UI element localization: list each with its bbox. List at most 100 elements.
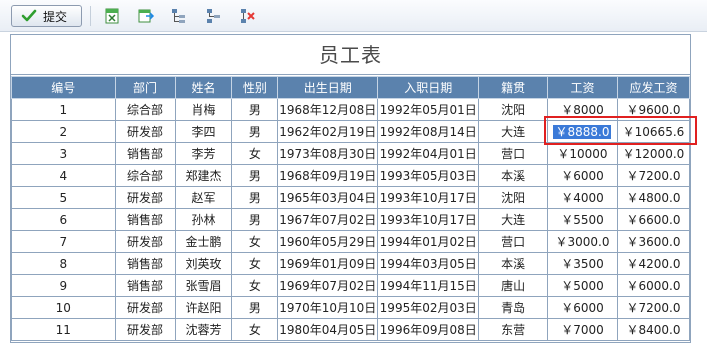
table-cell[interactable]: 青岛 bbox=[478, 296, 549, 319]
table-cell[interactable]: ￥4000 bbox=[547, 186, 618, 209]
table-cell[interactable]: 7 bbox=[11, 230, 116, 253]
selected-cell-text[interactable]: ￥8888.0 bbox=[553, 125, 612, 139]
table-cell[interactable]: 1995年02月03日 bbox=[377, 296, 480, 319]
table-cell[interactable]: ￥4200.0 bbox=[616, 252, 691, 275]
table-cell[interactable]: ￥3600.0 bbox=[616, 230, 691, 253]
table-cell[interactable]: 4 bbox=[11, 164, 116, 187]
table-cell[interactable]: 男 bbox=[231, 186, 279, 209]
table-cell[interactable]: ￥5000 bbox=[547, 274, 618, 297]
table-cell[interactable]: 肖梅 bbox=[174, 98, 233, 121]
table-cell[interactable]: 女 bbox=[231, 252, 279, 275]
table-cell[interactable]: 1968年09月19日 bbox=[277, 164, 379, 187]
table-cell[interactable]: ￥9600.0 bbox=[616, 98, 691, 121]
table-cell[interactable]: 男 bbox=[231, 296, 279, 319]
table-cell[interactable]: 赵军 bbox=[174, 186, 233, 209]
table-cell[interactable]: 研发部 bbox=[114, 186, 176, 209]
table-cell[interactable]: 男 bbox=[231, 208, 279, 231]
table-cell[interactable]: 郑建杰 bbox=[174, 164, 233, 187]
table-cell[interactable]: 1992年04月01日 bbox=[377, 142, 480, 165]
table-cell[interactable]: 1980年04月05日 bbox=[277, 318, 379, 341]
table-cell[interactable]: 本溪 bbox=[478, 164, 549, 187]
excel-export-icon[interactable] bbox=[103, 7, 121, 25]
table-cell[interactable]: 1968年12月08日 bbox=[277, 98, 379, 121]
table-cell[interactable]: 男 bbox=[231, 120, 279, 143]
table-cell[interactable]: 本溪 bbox=[478, 252, 549, 275]
table-cell[interactable]: 女 bbox=[231, 274, 279, 297]
table-cell[interactable]: 大连 bbox=[478, 208, 549, 231]
table-cell[interactable]: 大连 bbox=[478, 120, 549, 143]
table-cell[interactable]: 1970年10月10日 bbox=[277, 296, 379, 319]
table-cell[interactable]: 刘英玫 bbox=[174, 252, 233, 275]
table-cell[interactable]: 1965年03月04日 bbox=[277, 186, 379, 209]
table-cell[interactable]: 1993年10月17日 bbox=[377, 208, 480, 231]
table-cell[interactable]: 10 bbox=[11, 296, 116, 319]
table-cell[interactable]: ￥7200.0 bbox=[616, 296, 691, 319]
table-cell[interactable]: 沈阳 bbox=[478, 98, 549, 121]
table-cell[interactable]: 男 bbox=[231, 164, 279, 187]
table-cell[interactable]: 6 bbox=[11, 208, 116, 231]
table-cell[interactable]: 1994年01月02日 bbox=[377, 230, 480, 253]
tree-collapse-icon[interactable] bbox=[205, 7, 223, 25]
table-cell[interactable]: 张雪眉 bbox=[174, 274, 233, 297]
table-cell[interactable]: ￥10665.6 bbox=[616, 120, 691, 143]
table-cell[interactable]: 孙林 bbox=[174, 208, 233, 231]
table-cell[interactable]: 许赵阳 bbox=[174, 296, 233, 319]
table-cell[interactable]: 3 bbox=[11, 142, 116, 165]
salary-edit-cell[interactable]: ￥8888.0 bbox=[547, 120, 618, 143]
table-cell[interactable]: 5 bbox=[11, 186, 116, 209]
table-cell[interactable]: 研发部 bbox=[114, 230, 176, 253]
excel-import-icon[interactable] bbox=[137, 7, 155, 25]
table-cell[interactable]: 1967年07月02日 bbox=[277, 208, 379, 231]
table-cell[interactable]: ￥3000.0 bbox=[547, 230, 618, 253]
table-cell[interactable]: 1969年01月09日 bbox=[277, 252, 379, 275]
table-cell[interactable]: 唐山 bbox=[478, 274, 549, 297]
table-cell[interactable]: 1993年10月17日 bbox=[377, 186, 480, 209]
table-cell[interactable]: ￥12000.0 bbox=[616, 142, 691, 165]
table-cell[interactable]: 综合部 bbox=[114, 164, 176, 187]
table-cell[interactable]: 营口 bbox=[478, 230, 549, 253]
table-cell[interactable]: ￥4800.0 bbox=[616, 186, 691, 209]
table-cell[interactable]: 1994年03月05日 bbox=[377, 252, 480, 275]
table-cell[interactable]: 男 bbox=[231, 98, 279, 121]
table-cell[interactable]: ￥7200.0 bbox=[616, 164, 691, 187]
table-cell[interactable]: 女 bbox=[231, 318, 279, 341]
table-cell[interactable]: 9 bbox=[11, 274, 116, 297]
table-cell[interactable]: 1973年08月30日 bbox=[277, 142, 379, 165]
table-cell[interactable]: 销售部 bbox=[114, 252, 176, 275]
submit-button[interactable]: 提交 bbox=[11, 5, 82, 27]
table-cell[interactable]: 金士鹏 bbox=[174, 230, 233, 253]
table-cell[interactable]: 综合部 bbox=[114, 98, 176, 121]
table-cell[interactable]: 1 bbox=[11, 98, 116, 121]
table-cell[interactable]: 1960年05月29日 bbox=[277, 230, 379, 253]
table-cell[interactable]: 女 bbox=[231, 142, 279, 165]
table-cell[interactable]: 沈蓉芳 bbox=[174, 318, 233, 341]
table-cell[interactable]: 11 bbox=[11, 318, 116, 341]
table-cell[interactable]: 东营 bbox=[478, 318, 549, 341]
table-cell[interactable]: ￥6600.0 bbox=[616, 208, 691, 231]
table-cell[interactable]: 1969年07月02日 bbox=[277, 274, 379, 297]
table-cell[interactable]: 女 bbox=[231, 230, 279, 253]
table-cell[interactable]: 李四 bbox=[174, 120, 233, 143]
table-cell[interactable]: 研发部 bbox=[114, 120, 176, 143]
table-cell[interactable]: 1962年02月19日 bbox=[277, 120, 379, 143]
table-cell[interactable]: 销售部 bbox=[114, 142, 176, 165]
table-cell[interactable]: ￥6000 bbox=[547, 164, 618, 187]
delete-row-icon[interactable] bbox=[239, 7, 257, 25]
table-cell[interactable]: 1994年11月15日 bbox=[377, 274, 480, 297]
table-cell[interactable]: 研发部 bbox=[114, 296, 176, 319]
table-cell[interactable]: ￥7000 bbox=[547, 318, 618, 341]
table-cell[interactable]: ￥10000 bbox=[547, 142, 618, 165]
table-cell[interactable]: 研发部 bbox=[114, 318, 176, 341]
table-cell[interactable]: 销售部 bbox=[114, 274, 176, 297]
table-cell[interactable]: 8 bbox=[11, 252, 116, 275]
table-cell[interactable]: 1992年08月14日 bbox=[377, 120, 480, 143]
table-cell[interactable]: 1993年05月03日 bbox=[377, 164, 480, 187]
tree-expand-icon[interactable] bbox=[170, 7, 188, 25]
table-cell[interactable]: 2 bbox=[11, 120, 116, 143]
table-cell[interactable]: ￥5500 bbox=[547, 208, 618, 231]
table-cell[interactable]: 销售部 bbox=[114, 208, 176, 231]
table-cell[interactable]: 李芳 bbox=[174, 142, 233, 165]
table-cell[interactable]: ￥8000 bbox=[547, 98, 618, 121]
table-cell[interactable]: ￥6000 bbox=[547, 296, 618, 319]
table-cell[interactable]: 1996年09月08日 bbox=[377, 318, 480, 341]
